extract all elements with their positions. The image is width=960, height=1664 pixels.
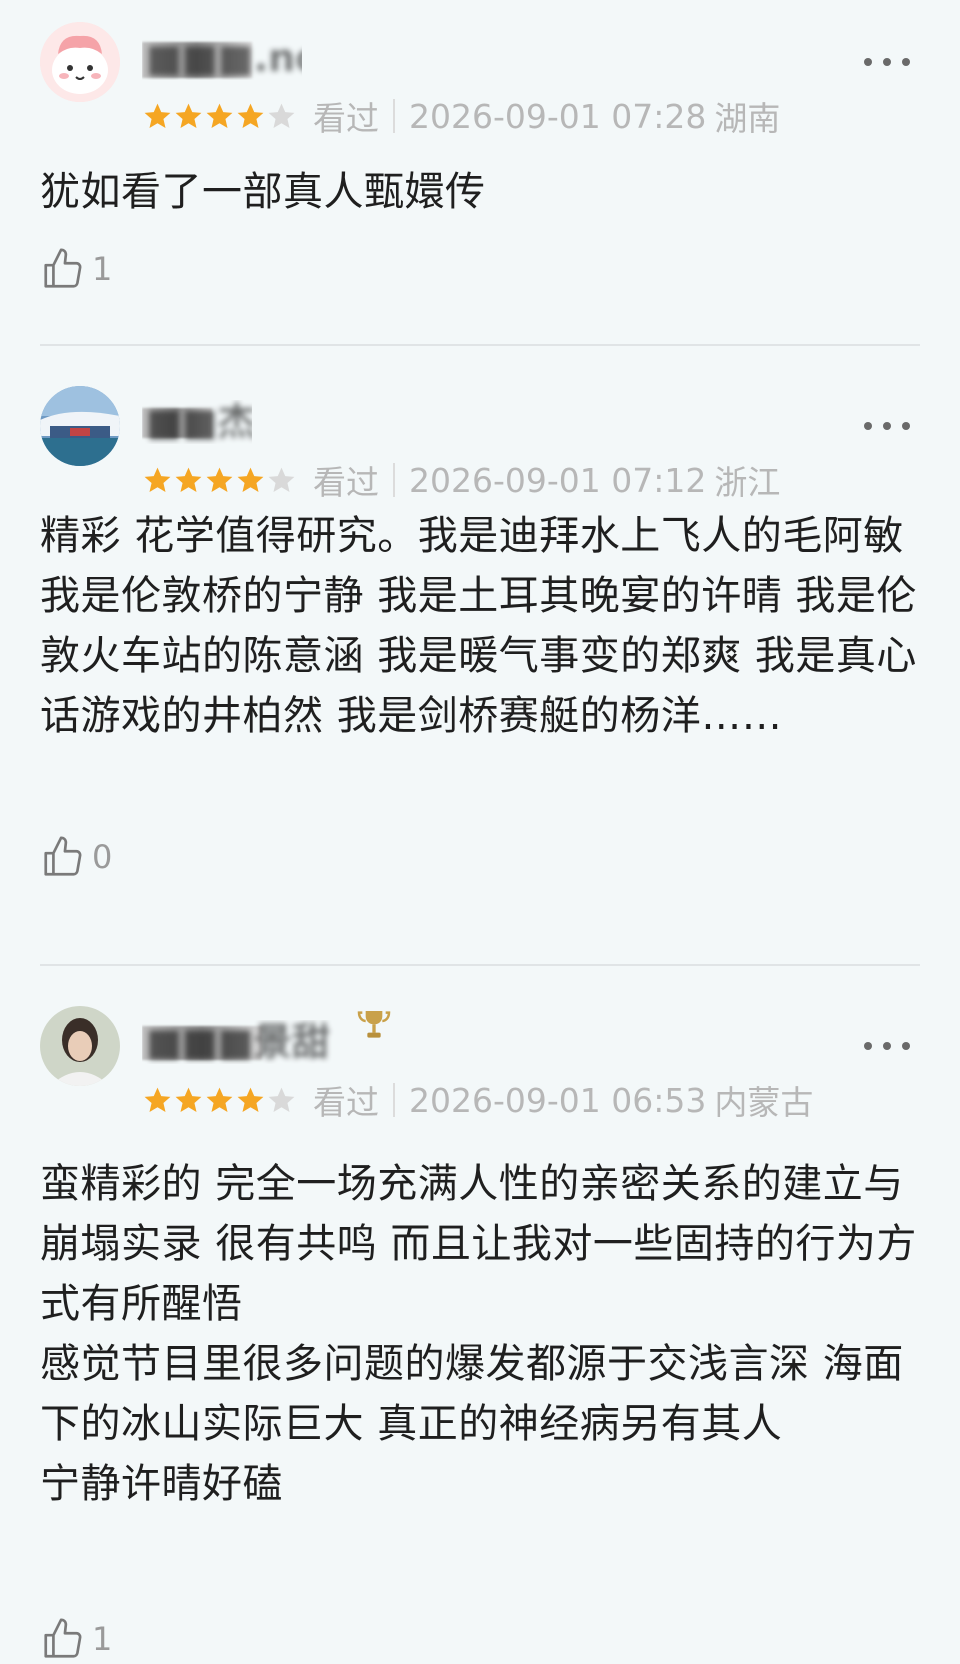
comment-meta: 看过 2026-09-01 06:53 内蒙古 — [142, 1078, 813, 1122]
dot-icon — [864, 58, 872, 66]
star-filled-icon — [175, 467, 202, 492]
username[interactable]: ■■■景甜 — [142, 1020, 342, 1064]
location: 湖南 — [714, 99, 781, 138]
location: 内蒙古 — [714, 1083, 814, 1122]
like-count: 1 — [92, 1620, 113, 1658]
user-avatar[interactable] — [40, 22, 120, 102]
user-avatar[interactable] — [40, 386, 120, 466]
comment-text: 精彩 花学值得研究。我是迪拜水上飞人的毛阿敏 我是伦敦桥的宁静 我是土耳其晚宴的… — [40, 513, 917, 739]
star-empty-icon — [268, 1087, 295, 1112]
meta-divider — [393, 1083, 395, 1117]
divider — [40, 344, 920, 346]
username-text: ■■杰 — [146, 400, 252, 444]
star-empty-icon — [268, 467, 295, 492]
more-options-button[interactable] — [864, 414, 910, 438]
username[interactable]: ■■■.no — [142, 36, 302, 80]
star-rating — [142, 1085, 297, 1116]
dot-icon — [864, 422, 872, 430]
meta-divider — [393, 99, 395, 133]
star-filled-icon — [175, 1087, 202, 1112]
timestamp: 2026-09-01 07:28 — [409, 96, 707, 136]
dot-icon — [883, 422, 891, 430]
star-filled-icon — [206, 103, 233, 128]
star-filled-icon — [237, 103, 264, 128]
star-filled-icon — [237, 467, 264, 492]
star-filled-icon — [206, 1087, 233, 1112]
star-rating — [142, 101, 297, 132]
like-count: 0 — [92, 838, 113, 876]
divider — [40, 964, 920, 966]
more-options-button[interactable] — [864, 1034, 910, 1058]
star-filled-icon — [206, 467, 233, 492]
star-filled-icon — [144, 103, 171, 128]
dot-icon — [902, 1042, 910, 1050]
dot-icon — [864, 1042, 872, 1050]
meta-divider — [393, 463, 395, 497]
star-rating — [142, 465, 297, 496]
star-filled-icon — [144, 467, 171, 492]
user-avatar[interactable] — [40, 1006, 120, 1086]
like-count: 1 — [92, 250, 113, 288]
star-empty-icon — [268, 103, 295, 128]
timestamp: 2026-09-01 06:53 — [409, 1080, 707, 1120]
like-button[interactable]: 1 — [40, 1614, 112, 1664]
location: 浙江 — [714, 463, 781, 502]
comment-meta: 看过 2026-09-01 07:28 湖南 — [142, 94, 780, 138]
star-filled-icon — [144, 1087, 171, 1112]
username[interactable]: ■■杰 — [142, 400, 252, 444]
dot-icon — [902, 422, 910, 430]
trophy-badge-icon — [357, 1011, 391, 1038]
star-filled-icon — [237, 1087, 264, 1112]
username-text: ■■■.no — [146, 36, 302, 80]
watch-status: 看过 — [313, 463, 379, 502]
like-button[interactable]: 0 — [40, 832, 112, 882]
timestamp: 2026-09-01 07:12 — [409, 460, 707, 500]
comment-text: 犹如看了一部真人甄嬛传 — [40, 169, 486, 215]
username-text: ■■■景甜 — [146, 1020, 330, 1064]
watch-status: 看过 — [313, 99, 379, 138]
dot-icon — [902, 58, 910, 66]
dot-icon — [883, 1042, 891, 1050]
watch-status: 看过 — [313, 1083, 379, 1122]
dot-icon — [883, 58, 891, 66]
comment-text: 蛮精彩的 完全一场充满人性的亲密关系的建立与崩塌实录 很有共鸣 而且让我对一些固… — [40, 1161, 917, 1507]
like-button[interactable]: 1 — [40, 244, 112, 294]
star-filled-icon — [175, 103, 202, 128]
thumbs-up-icon — [44, 1618, 82, 1658]
comment-meta: 看过 2026-09-01 07:12 浙江 — [142, 458, 780, 502]
thumbs-up-icon — [44, 248, 82, 288]
more-options-button[interactable] — [864, 50, 910, 74]
thumbs-up-icon — [44, 836, 82, 876]
